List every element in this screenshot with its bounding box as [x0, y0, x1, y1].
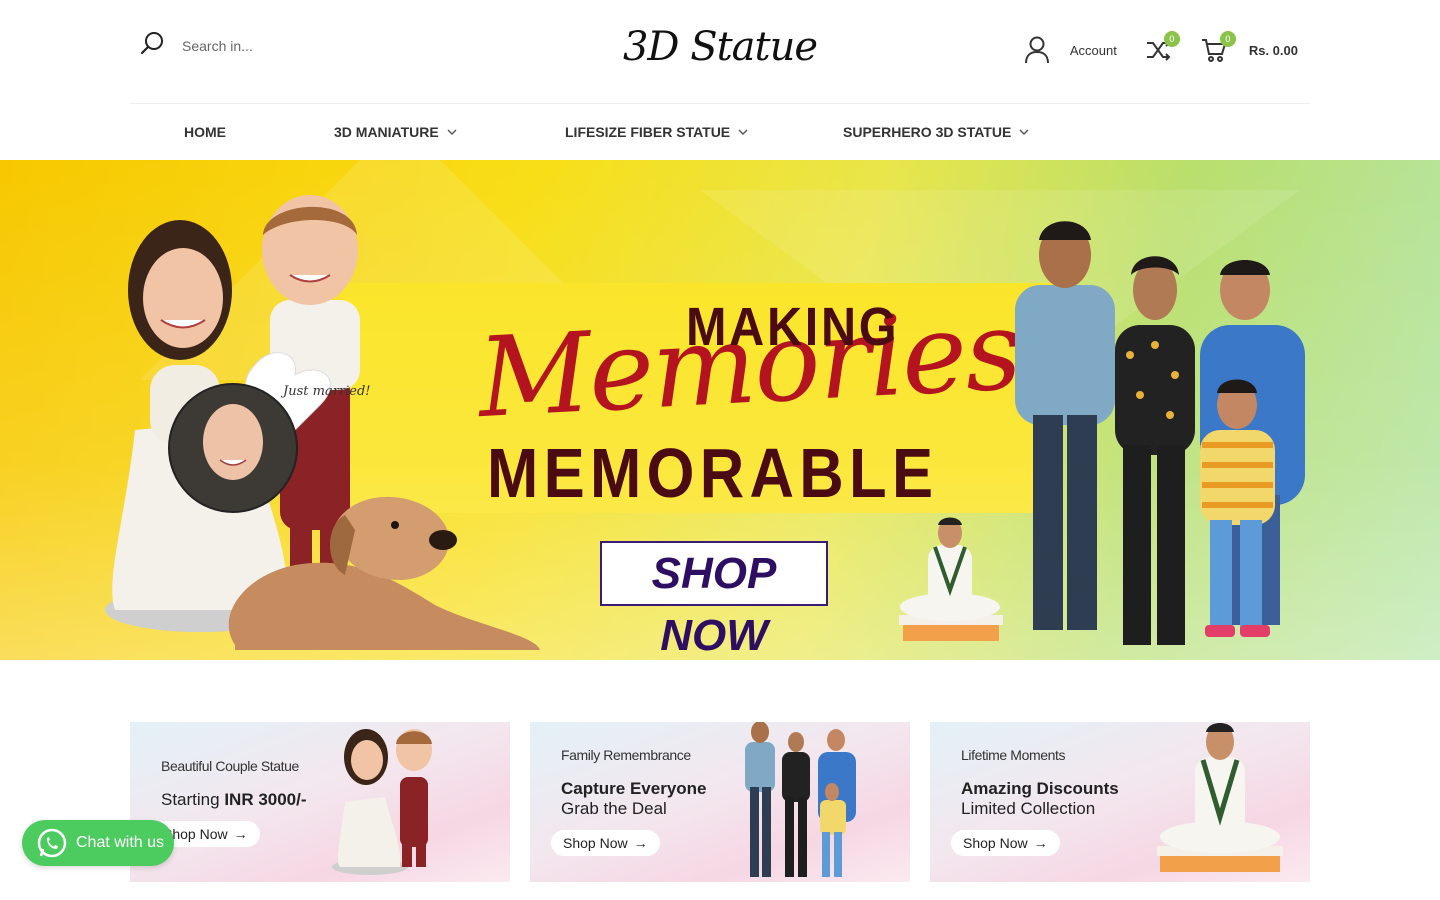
promo-button-label: Shop Now [563, 835, 628, 851]
main-nav: HOME 3D MANIATURE LIFESIZE FIBER STATUE … [130, 103, 1310, 160]
promo-title-bold: Amazing Discounts [961, 779, 1119, 798]
compare-button[interactable]: 0 [1145, 31, 1180, 63]
hero-memorable-text: MEMORABLE [487, 434, 939, 512]
promo-card-seated[interactable]: Lifetime Moments Amazing Discounts Limit… [930, 722, 1310, 882]
nav-item-lifesize-fiber-statue[interactable]: LIFESIZE FIBER STATUE [565, 124, 748, 140]
arrow-right-icon: → [233, 826, 248, 842]
cart-total: Rs. 0.00 [1248, 42, 1298, 58]
promo-title: Capture Everyone Grab the Deal [561, 779, 707, 819]
hero-banner[interactable]: Just married! Memories MAKING MEMORABLE … [0, 160, 1440, 660]
nav-item-superhero-3d-statue[interactable]: SUPERHERO 3D STATUE [843, 124, 1029, 140]
chevron-down-icon [447, 129, 457, 135]
whatsapp-icon [37, 828, 67, 858]
chevron-down-icon [738, 129, 748, 135]
promo-subtitle: Lifetime Moments [961, 747, 1066, 763]
promo-shop-now-button[interactable]: Shop Now → [551, 830, 660, 856]
site-header: 3D Statue Account 0 0 Rs. 0.00 [0, 0, 1440, 104]
promo-button-label: Shop Now [963, 835, 1028, 851]
account-label: Account [1069, 42, 1117, 58]
promo-subtitle: Beautiful Couple Statue [161, 758, 299, 774]
search-bar [140, 30, 402, 61]
seated-statue-image [899, 517, 1003, 641]
couple-thumbnail-image [332, 729, 432, 875]
whatsapp-chat-button[interactable]: Chat with us [22, 820, 174, 866]
compare-count-badge: 0 [1163, 31, 1180, 47]
nav-item-3d-miniature[interactable]: 3D MANIATURE [334, 124, 457, 140]
chevron-down-icon [1019, 129, 1029, 135]
cart-button[interactable]: 0 Rs. 0.00 [1201, 31, 1298, 63]
promo-title-bold: INR 3000/- [224, 790, 307, 809]
promo-subtitle: Family Remembrance [561, 747, 691, 763]
nav-item-home[interactable]: HOME [184, 124, 226, 140]
hero-shop-now-button[interactable]: SHOP NOW [600, 541, 828, 660]
promo-card-family[interactable]: Family Remembrance Capture Everyone Grab… [530, 722, 910, 882]
account-link[interactable]: Account [1024, 36, 1117, 64]
arrow-right-icon: → [633, 835, 648, 851]
nav-label: SUPERHERO 3D STATUE [843, 124, 1012, 140]
user-icon [1024, 36, 1049, 64]
hero-making-text: MAKING [686, 297, 900, 357]
search-input[interactable] [182, 37, 402, 54]
nav-label: 3D MANIATURE [334, 124, 439, 140]
promo-card-couple[interactable]: Beautiful Couple Statue Starting INR 300… [130, 722, 510, 882]
search-icon[interactable] [140, 30, 166, 61]
cart-count-badge: 0 [1219, 31, 1236, 47]
just-married-sign: Just married! [280, 384, 371, 399]
chat-label: Chat with us [76, 834, 165, 851]
promo-shop-now-button[interactable]: Shop Now → [951, 830, 1060, 856]
nav-label: LIFESIZE FIBER STATUE [565, 124, 731, 140]
nav-label: HOME [184, 124, 226, 140]
promo-title: Amazing Discounts Limited Collection [961, 779, 1119, 819]
seated-thumbnail-image [1157, 723, 1283, 872]
family-thumbnail-image [745, 722, 856, 877]
site-logo[interactable]: 3D Statue [620, 24, 820, 70]
promo-title: Starting INR 3000/- [161, 790, 307, 810]
promo-title-line2: Grab the Deal [561, 799, 667, 818]
promo-title-bold: Capture Everyone [561, 779, 707, 798]
promo-cards: Beautiful Couple Statue Starting INR 300… [130, 722, 1310, 882]
header-actions: Account 0 0 Rs. 0.00 [1024, 31, 1298, 64]
promo-title-plain: Starting [161, 790, 225, 809]
promo-title-line2: Limited Collection [961, 799, 1096, 818]
arrow-right-icon: → [1033, 835, 1048, 851]
family-statue-image [1015, 221, 1305, 645]
